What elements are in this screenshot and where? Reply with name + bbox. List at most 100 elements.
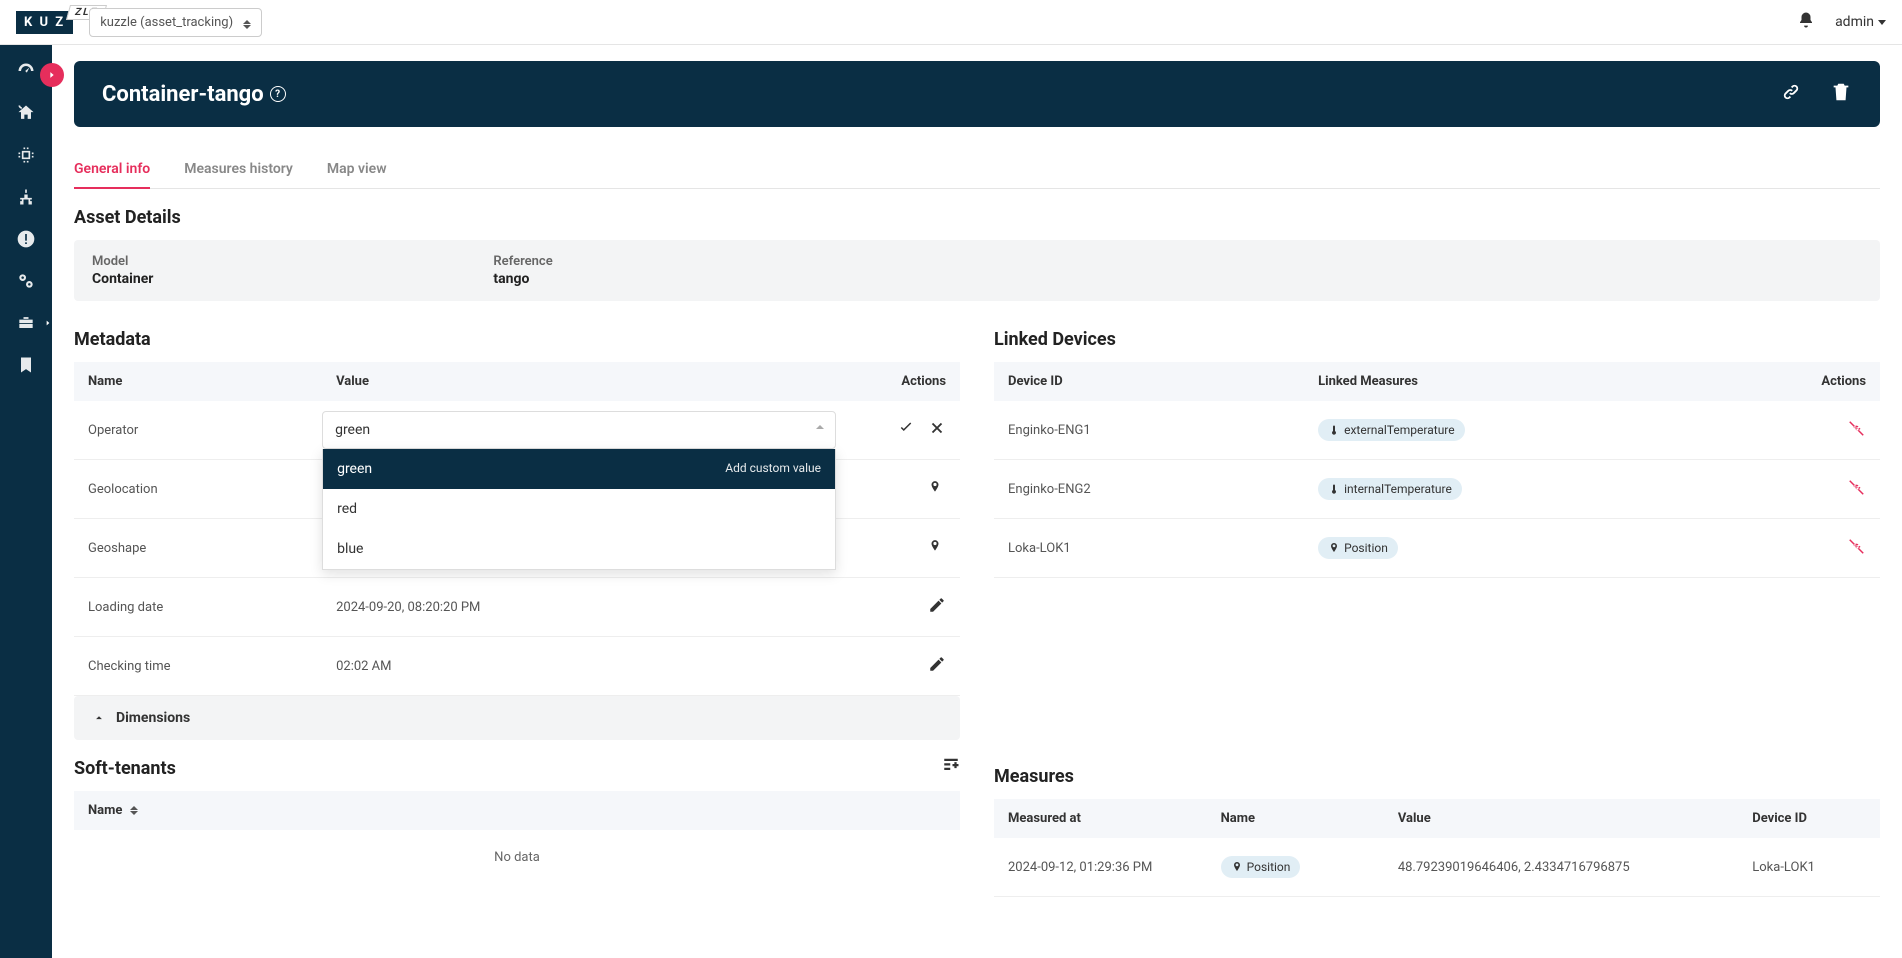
measure-name: Position (1247, 860, 1291, 874)
measure-pill: externalTemperature (1318, 419, 1465, 441)
measures-header-measured-at: Measured at (994, 799, 1207, 838)
alert-icon (16, 229, 36, 249)
measure-device-id: Loka-LOK1 (1738, 838, 1880, 897)
dimensions-label: Dimensions (116, 710, 190, 726)
linked-devices-header-id: Device ID (994, 362, 1304, 401)
chevron-right-icon (44, 319, 52, 327)
dropdown-option-green[interactable]: green Add custom value (323, 449, 835, 489)
house-signal-icon (16, 103, 36, 123)
link-asset-button[interactable] (1780, 81, 1802, 107)
asset-details-title: Asset Details (74, 207, 1880, 228)
measure-pill: Position (1318, 537, 1398, 559)
add-custom-value-label: Add custom value (725, 461, 821, 477)
hierarchy-icon (16, 187, 36, 207)
gears-icon (16, 271, 36, 291)
page-title: Container-tango (102, 82, 264, 107)
linked-device-row: Enginko-ENG1 externalTemperature (994, 401, 1880, 460)
linked-device-row: Enginko-ENG2 internalTemperature (994, 460, 1880, 519)
metadata-row-checking-time: Checking time 02:02 AM (74, 637, 960, 696)
model-label: Model (92, 254, 153, 269)
metadata-name: Operator (74, 401, 322, 460)
sidebar-item-bookmark[interactable] (16, 355, 36, 375)
username: admin (1835, 14, 1874, 30)
toolbox-icon (16, 313, 36, 333)
reference-value: tango (493, 271, 552, 287)
thermometer-icon (1328, 483, 1340, 495)
metadata-value: 2024-09-20, 08:20:20 PM (322, 578, 836, 637)
soft-tenants-table: Name (74, 791, 960, 830)
soft-tenants-add-button[interactable] (942, 755, 960, 777)
metadata-title: Metadata (74, 329, 960, 350)
asset-details-box: Model Container Reference tango (74, 240, 1880, 301)
unlink-device-button[interactable] (1848, 537, 1866, 555)
help-icon[interactable]: ? (270, 86, 286, 102)
pin-icon (1231, 861, 1243, 873)
dimensions-toggle[interactable]: Dimensions (74, 696, 960, 740)
sort-icon (130, 806, 138, 815)
sidebar-expand-button[interactable] (40, 63, 64, 87)
tab-general-info[interactable]: General info (74, 151, 150, 189)
dropdown-option-label: green (337, 461, 372, 477)
bookmark-icon (16, 355, 36, 375)
metadata-name: Checking time (74, 637, 322, 696)
dropdown-option-blue[interactable]: blue (323, 529, 835, 569)
measures-title: Measures (994, 766, 1880, 787)
sidebar-item-settings[interactable] (16, 271, 36, 291)
notifications-icon[interactable] (1797, 11, 1815, 33)
sidebar-item-dashboard[interactable] (16, 61, 36, 81)
unlink-device-button[interactable] (1848, 478, 1866, 496)
measure-value: 48.79239019646406, 2.4334716796875 (1384, 838, 1738, 897)
tenant-select[interactable]: kuzzle (asset_tracking) (89, 8, 262, 37)
metadata-name: Loading date (74, 578, 322, 637)
confirm-edit-button[interactable] (897, 419, 915, 437)
sidebar (0, 45, 52, 958)
user-menu[interactable]: admin (1835, 14, 1886, 30)
model-value: Container (92, 271, 153, 287)
linked-devices-header-actions: Actions (1774, 362, 1880, 401)
measure-pill: Position (1221, 856, 1301, 878)
delete-asset-button[interactable] (1830, 81, 1852, 107)
sidebar-item-assets[interactable] (16, 103, 36, 123)
cancel-edit-button[interactable] (928, 419, 946, 437)
edit-checking-time-button[interactable] (928, 655, 946, 673)
metadata-header-name: Name (74, 362, 322, 401)
operator-dropdown: green Add custom value red blue (322, 449, 836, 570)
metadata-row-operator: Operator green Add custom value (74, 401, 960, 460)
measure-label: internalTemperature (1344, 482, 1452, 496)
linked-devices-header-measures: Linked Measures (1304, 362, 1774, 401)
measures-header-device-id: Device ID (1738, 799, 1880, 838)
page-header: Container-tango ? (74, 61, 1880, 127)
metadata-value: 02:02 AM (322, 637, 836, 696)
tab-map-view[interactable]: Map view (327, 151, 387, 189)
sidebar-item-hierarchy[interactable] (16, 187, 36, 207)
device-id: Enginko-ENG1 (994, 401, 1304, 460)
main-content: Container-tango ? General info Measures … (52, 45, 1902, 958)
dashboard-icon (16, 61, 36, 81)
unlink-device-button[interactable] (1848, 419, 1866, 437)
metadata-table: Name Value Actions Operator (74, 362, 960, 696)
metadata-row-loading-date: Loading date 2024-09-20, 08:20:20 PM (74, 578, 960, 637)
metadata-header-actions: Actions (836, 362, 960, 401)
device-id: Enginko-ENG2 (994, 460, 1304, 519)
soft-tenants-header-name[interactable]: Name (74, 791, 960, 830)
operator-input[interactable] (322, 411, 836, 449)
dropdown-option-red[interactable]: red (323, 489, 835, 529)
sidebar-item-devices[interactable] (16, 145, 36, 165)
metadata-header-value: Value (322, 362, 836, 401)
geolocation-pin-button[interactable] (928, 478, 946, 496)
combo-arrow-icon[interactable] (816, 425, 824, 429)
tabs: General info Measures history Map view (74, 151, 1880, 189)
edit-loading-date-button[interactable] (928, 596, 946, 614)
sidebar-item-alerts[interactable] (16, 229, 36, 249)
measures-header-name: Name (1207, 799, 1384, 838)
soft-tenants-header-name-label: Name (88, 803, 122, 818)
sidebar-item-toolbox[interactable] (16, 313, 36, 333)
measure-label: Position (1344, 541, 1388, 555)
soft-tenants-nodata: No data (74, 830, 960, 885)
chevron-up-icon (92, 711, 106, 725)
tab-measures-history[interactable]: Measures history (184, 151, 293, 189)
logo[interactable]: K U ZZLE (16, 11, 73, 34)
caret-down-icon (1878, 20, 1886, 25)
geoshape-pin-button[interactable] (928, 537, 946, 555)
measured-at: 2024-09-12, 01:29:36 PM (994, 838, 1207, 897)
